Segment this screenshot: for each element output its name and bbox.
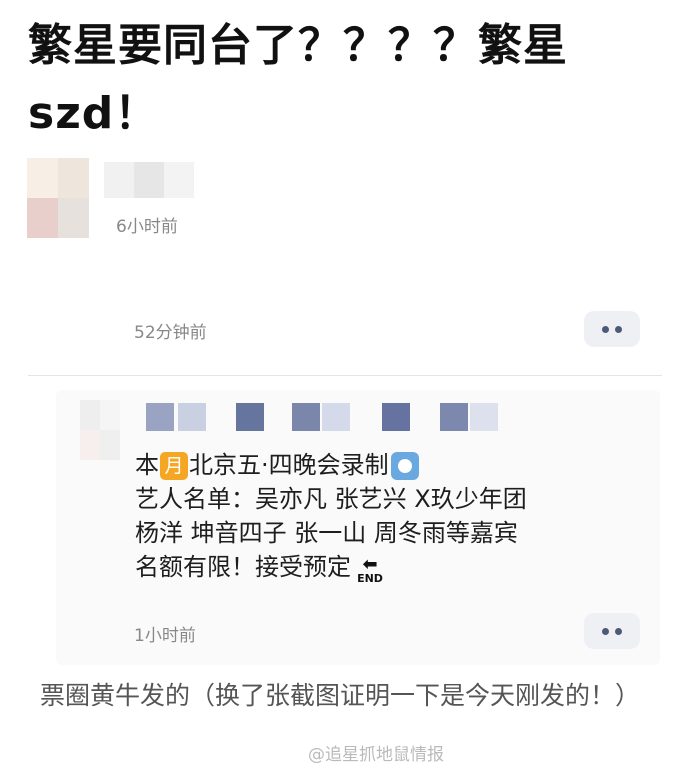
line1-prefix: 本 xyxy=(135,451,159,479)
caption: 票圈黄牛发的（换了张截图证明一下是今天刚发的！） xyxy=(40,681,641,710)
more-button[interactable] xyxy=(584,311,640,347)
line4-text: 名额有限！接受预定 xyxy=(135,553,351,581)
screenshot-more-button[interactable] xyxy=(584,613,640,649)
avatar[interactable] xyxy=(27,158,89,238)
post-title: 繁星要同台了？？？？繁星szd！ xyxy=(28,20,568,139)
post-time: 6小时前 xyxy=(116,217,178,237)
post-line-4: 名额有限！接受预定 ⬅ END xyxy=(135,550,387,584)
end-label: END xyxy=(357,572,383,585)
screenshot-time: 1小时前 xyxy=(134,626,196,646)
record-emoji-icon xyxy=(390,452,419,480)
divider xyxy=(28,375,662,376)
screenshot-avatar xyxy=(80,400,120,460)
end-arrow-icon: ⬅ END xyxy=(357,554,383,585)
post-line-2: 艺人名单：吴亦凡 张艺兴 X玖少年团 xyxy=(135,485,527,513)
post-line-3: 杨洋 坤音四子 张一山 周冬雨等嘉宾 xyxy=(135,519,518,547)
watermark: @追星抓地鼠情报 xyxy=(308,745,444,765)
more-icon-dot xyxy=(615,627,622,635)
post-line-1: 本月北京五·四晚会录制 xyxy=(135,448,419,482)
line1-text: 北京五·四晚会录制 xyxy=(189,451,389,479)
screenshot-username xyxy=(140,403,500,433)
more-icon xyxy=(602,325,609,333)
more-icon xyxy=(602,627,609,635)
reply-time: 52分钟前 xyxy=(134,323,207,343)
more-icon-dot xyxy=(615,325,622,333)
moon-emoji-icon: 月 xyxy=(160,452,188,480)
username[interactable] xyxy=(104,162,196,198)
